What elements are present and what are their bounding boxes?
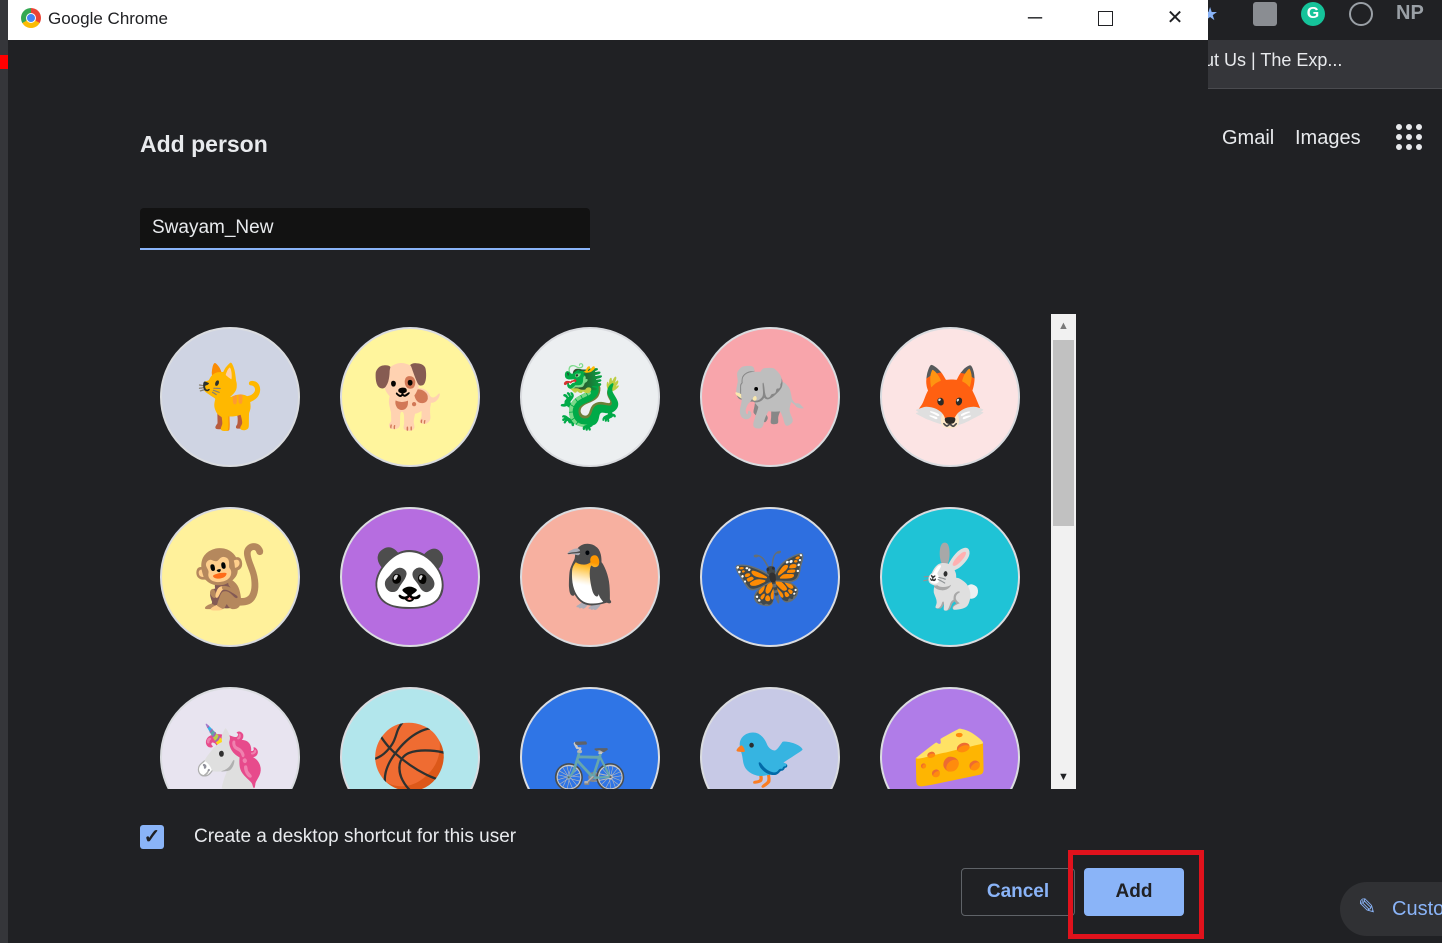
avatar-rabbit-icon: 🐇: [911, 542, 989, 612]
background-left-strip: [0, 0, 8, 943]
avatar-dragon-icon: 🐉: [551, 362, 629, 432]
avatar-penguin[interactable]: 🐧: [520, 507, 660, 647]
images-link[interactable]: Images: [1295, 127, 1361, 150]
avatar-monkey-icon: 🐒: [191, 542, 269, 612]
pencil-icon: ✎: [1358, 894, 1377, 919]
avatar-corgi[interactable]: 🐕: [340, 327, 480, 467]
maximize-button[interactable]: [1070, 0, 1140, 40]
avatar-corgi-icon: 🐕: [371, 362, 449, 432]
gmail-link[interactable]: Gmail: [1222, 127, 1274, 150]
dialog-heading: Add person: [140, 131, 268, 157]
extension-icon[interactable]: [1253, 2, 1277, 26]
np-extension-icon[interactable]: NP: [1396, 2, 1426, 26]
avatar-bird[interactable]: 🐦: [700, 687, 840, 789]
scroll-thumb[interactable]: [1053, 340, 1074, 526]
apps-grid-icon[interactable]: [1396, 124, 1422, 150]
avatar-fox-icon: 🦊: [911, 362, 989, 432]
avatar-dragon[interactable]: 🐉: [520, 327, 660, 467]
avatar-basketball-icon: 🏀: [371, 722, 449, 790]
avatar-panda[interactable]: 🐼: [340, 507, 480, 647]
avatar-grid: 🐈 🐕 🐉 🐘 🦊 🐒 🐼 🐧 🦋 🐇 🦄 🏀 🚲 🐦 🧀: [148, 314, 1048, 789]
avatar-unicorn[interactable]: 🦄: [160, 687, 300, 789]
cancel-button[interactable]: Cancel: [961, 868, 1075, 916]
desktop-shortcut-checkbox[interactable]: ✓: [140, 825, 164, 849]
avatar-elephant[interactable]: 🐘: [700, 327, 840, 467]
maximize-icon: [1097, 11, 1113, 27]
avatar-scrollbar[interactable]: ▲ ▼: [1051, 314, 1076, 789]
avatar-bicycle-icon: 🚲: [551, 722, 629, 790]
desktop-shortcut-label: Create a desktop shortcut for this user: [194, 826, 517, 847]
minimize-button[interactable]: ─: [1000, 0, 1070, 40]
avatar-butterfly[interactable]: 🦋: [700, 507, 840, 647]
add-button[interactable]: Add: [1084, 868, 1184, 916]
avatar-butterfly-icon: 🦋: [731, 542, 809, 612]
customize-label: Custo: [1392, 898, 1442, 920]
title-bar: Google Chrome ─ ✕: [8, 0, 1208, 40]
globe-extension-icon[interactable]: [1349, 2, 1373, 26]
avatar-cheese[interactable]: 🧀: [880, 687, 1020, 789]
grammarly-extension-icon[interactable]: G: [1301, 2, 1325, 26]
avatar-cheese-icon: 🧀: [911, 722, 989, 790]
add-person-window: Google Chrome ─ ✕ Add person 🐈 🐕 🐉 🐘 🦊 🐒 🐼 🐧 🦋 🐇 🦄…: [8, 0, 1208, 943]
avatar-penguin-icon: 🐧: [551, 542, 629, 612]
avatar-basketball[interactable]: 🏀: [340, 687, 480, 789]
avatar-rabbit[interactable]: 🐇: [880, 507, 1020, 647]
avatar-elephant-icon: 🐘: [731, 362, 809, 432]
avatar-bicycle[interactable]: 🚲: [520, 687, 660, 789]
background-page: [1208, 89, 1442, 943]
chrome-logo-icon: [21, 8, 41, 28]
window-title: Google Chrome: [48, 9, 169, 28]
scroll-up-arrow-icon[interactable]: ▲: [1051, 314, 1076, 338]
avatar-unicorn-icon: 🦄: [191, 722, 269, 790]
youtube-icon: [0, 55, 8, 69]
bookmark-link[interactable]: out Us | The Exp...: [1194, 50, 1342, 71]
close-button[interactable]: ✕: [1140, 0, 1210, 40]
scroll-down-arrow-icon[interactable]: ▼: [1051, 765, 1076, 789]
avatar-cat[interactable]: 🐈: [160, 327, 300, 467]
avatar-fox[interactable]: 🦊: [880, 327, 1020, 467]
name-input[interactable]: [140, 208, 590, 250]
avatar-bird-icon: 🐦: [731, 722, 809, 790]
avatar-monkey[interactable]: 🐒: [160, 507, 300, 647]
avatar-cat-icon: 🐈: [191, 362, 269, 432]
avatar-panda-icon: 🐼: [371, 542, 449, 612]
